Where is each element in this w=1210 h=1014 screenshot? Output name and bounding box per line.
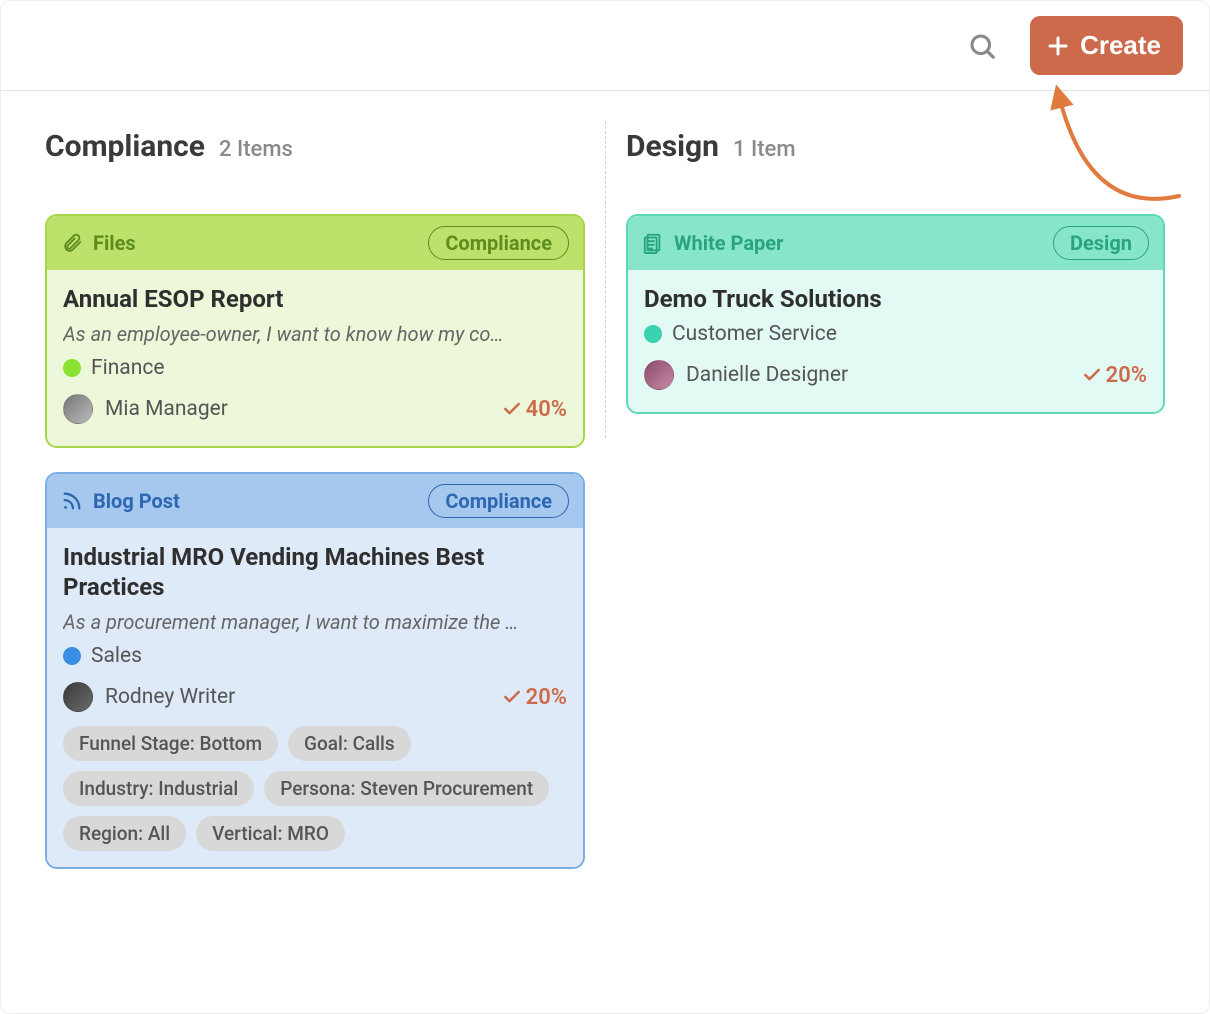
stage-pill[interactable]: Design	[1053, 226, 1149, 260]
tag[interactable]: Industry: Industrial	[63, 771, 254, 806]
category-label: Finance	[91, 356, 164, 380]
card-title: Annual ESOP Report	[63, 284, 567, 314]
column-title: Design	[626, 129, 719, 164]
column-count: 1 Item	[733, 137, 795, 162]
card-description: As a procurement manager, I want to maxi…	[63, 610, 567, 634]
column-design: Design 1 Item White Paper Design Demo Tr…	[605, 121, 1185, 438]
category-row: Sales	[63, 644, 567, 668]
card-type-label: White Paper	[674, 231, 783, 255]
tag[interactable]: Funnel Stage: Bottom	[63, 726, 278, 761]
assignee-row: Rodney Writer 20%	[63, 682, 567, 712]
progress-indicator: 20%	[1082, 363, 1147, 388]
card-body: Industrial MRO Vending Machines Best Pra…	[47, 528, 583, 867]
card-title: Industrial MRO Vending Machines Best Pra…	[63, 542, 567, 602]
progress-value: 20%	[1106, 363, 1147, 388]
tag[interactable]: Vertical: MRO	[196, 816, 345, 851]
assignee-name: Mia Manager	[105, 397, 228, 421]
avatar[interactable]	[644, 360, 674, 390]
category-dot	[644, 325, 662, 343]
card-description: As an employee-owner, I want to know how…	[63, 322, 567, 346]
paperclip-icon	[61, 232, 83, 254]
card[interactable]: White Paper Design Demo Truck Solutions …	[626, 214, 1165, 414]
category-row: Customer Service	[644, 322, 1147, 346]
check-icon	[502, 399, 522, 419]
check-icon	[1082, 365, 1102, 385]
topbar: Create	[1, 1, 1209, 91]
category-dot	[63, 647, 81, 665]
assignee-name: Rodney Writer	[105, 685, 235, 709]
card-body: Demo Truck Solutions Customer Service Da…	[628, 270, 1163, 412]
progress-indicator: 20%	[502, 685, 567, 710]
card-header: Blog Post Compliance	[47, 474, 583, 528]
search-icon	[967, 31, 997, 61]
card-title: Demo Truck Solutions	[644, 284, 1147, 314]
avatar[interactable]	[63, 682, 93, 712]
progress-indicator: 40%	[502, 397, 567, 422]
tag[interactable]: Persona: Steven Procurement	[264, 771, 549, 806]
category-row: Finance	[63, 356, 567, 380]
progress-value: 20%	[526, 685, 567, 710]
create-button[interactable]: Create	[1030, 16, 1183, 75]
plus-icon	[1046, 34, 1070, 58]
tag[interactable]: Goal: Calls	[288, 726, 411, 761]
tag-list: Funnel Stage: Bottom Goal: Calls Industr…	[63, 726, 567, 851]
avatar[interactable]	[63, 394, 93, 424]
card-type-label: Files	[93, 231, 136, 255]
rss-icon	[61, 490, 83, 512]
assignee-name: Danielle Designer	[686, 363, 848, 387]
column-compliance: Compliance 2 Items Files Compliance Annu…	[25, 121, 605, 893]
search-button[interactable]	[962, 26, 1002, 66]
document-icon	[642, 232, 664, 254]
stage-pill[interactable]: Compliance	[428, 484, 569, 518]
category-dot	[63, 359, 81, 377]
category-label: Sales	[91, 644, 142, 668]
stage-pill[interactable]: Compliance	[428, 226, 569, 260]
card[interactable]: Blog Post Compliance Industrial MRO Vend…	[45, 472, 585, 869]
tag[interactable]: Region: All	[63, 816, 186, 851]
card-body: Annual ESOP Report As an employee-owner,…	[47, 270, 583, 446]
board: Compliance 2 Items Files Compliance Annu…	[1, 91, 1209, 933]
column-header: Compliance 2 Items	[45, 129, 585, 164]
column-header: Design 1 Item	[626, 129, 1165, 164]
card-header: White Paper Design	[628, 216, 1163, 270]
card-header: Files Compliance	[47, 216, 583, 270]
column-count: 2 Items	[219, 137, 293, 162]
card[interactable]: Files Compliance Annual ESOP Report As a…	[45, 214, 585, 448]
assignee-row: Danielle Designer 20%	[644, 360, 1147, 390]
card-type-label: Blog Post	[93, 489, 180, 513]
progress-value: 40%	[526, 397, 567, 422]
category-label: Customer Service	[672, 322, 837, 346]
check-icon	[502, 687, 522, 707]
create-button-label: Create	[1080, 30, 1161, 61]
assignee-row: Mia Manager 40%	[63, 394, 567, 424]
column-title: Compliance	[45, 129, 205, 164]
page: Create Compliance 2 Items	[0, 0, 1210, 1014]
